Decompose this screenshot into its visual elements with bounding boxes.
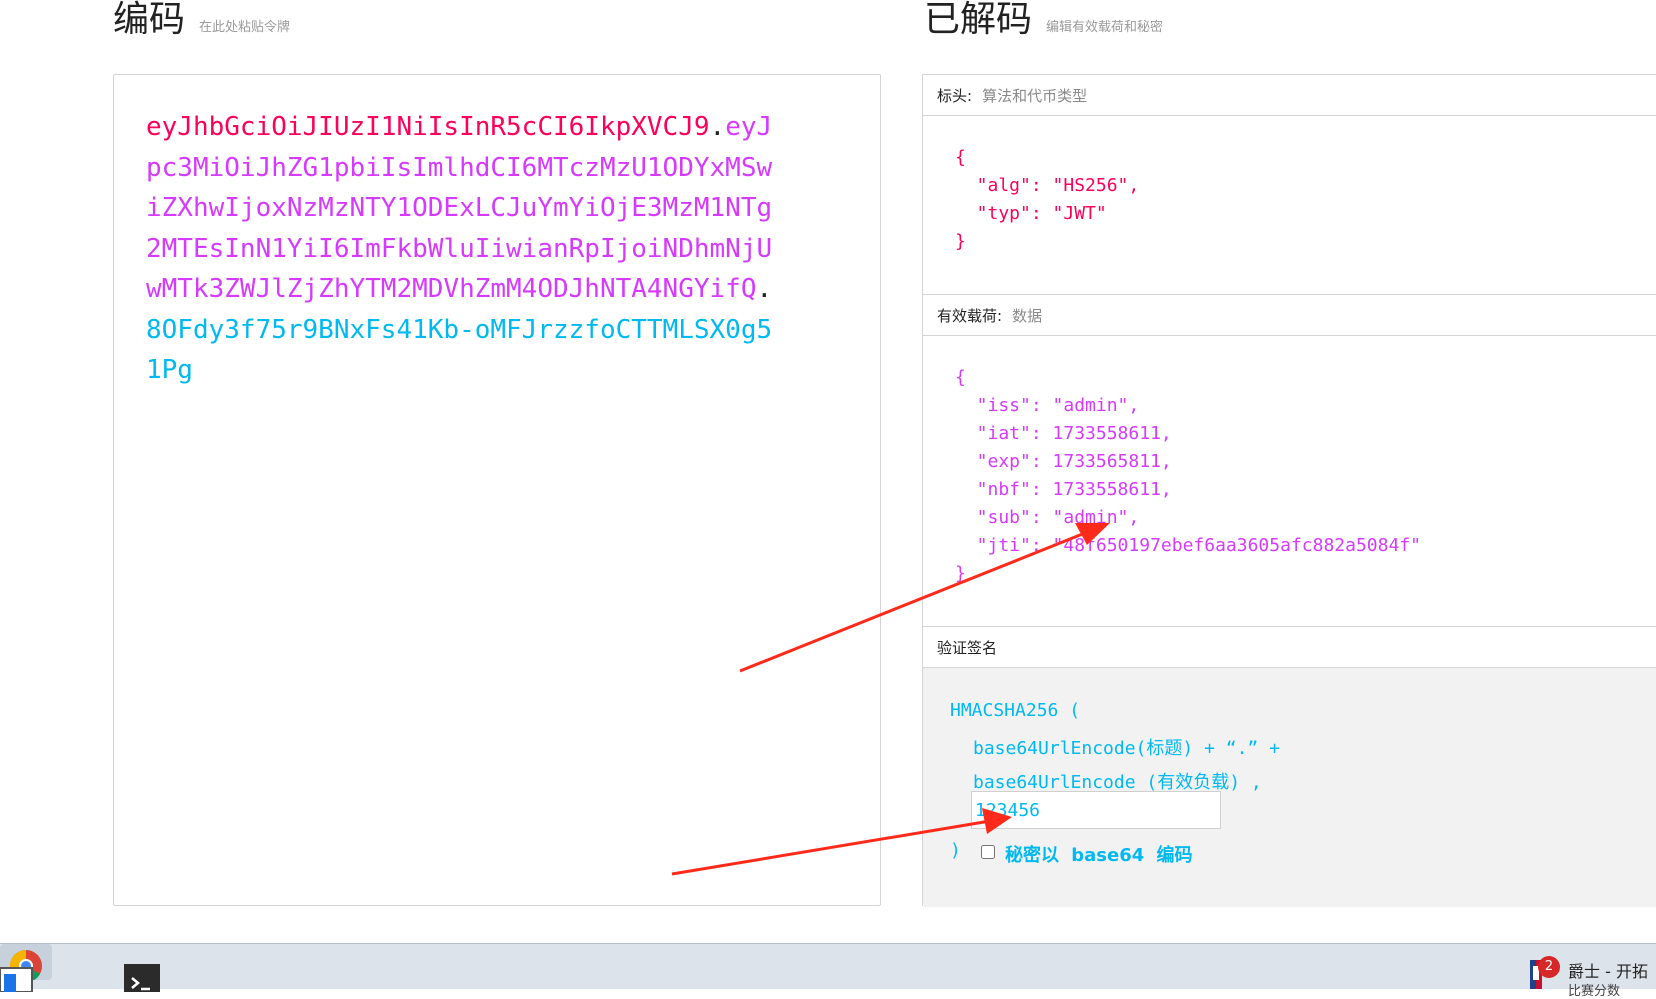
decoded-subtitle: 编辑有效载荷和秘密	[1046, 20, 1164, 35]
token-signature-part: 8OFdy3f75r9BNxFs41Kb-oMFJrzzfoCTTMLSX0g5…	[146, 314, 773, 386]
header-json-text[interactable]: { "alg": "HS256", "typ": "JWT" }	[955, 144, 1139, 256]
encoded-subtitle: 在此处粘贴令牌	[199, 20, 291, 35]
header-json-editor[interactable]: { "alg": "HS256", "typ": "JWT" }	[923, 116, 1656, 295]
payload-json-editor[interactable]: { "iss": "admin", "iat": 1733558611, "ex…	[923, 336, 1656, 627]
encoded-title: 编码	[113, 0, 186, 40]
signature-section-heading: 验证签名	[923, 627, 1656, 668]
token-header-part: eyJhbGciOiJIUzI1NiIsInR5cCI6IkpXVCJ9	[146, 112, 710, 142]
news-widget-subtitle: 比赛分数	[1568, 984, 1621, 999]
token-separator: .	[709, 112, 726, 142]
header-sublabel: 算法和代币类型	[982, 86, 1088, 105]
signature-body: HMACSHA256 ( base64UrlEncode(标题) + “.” +…	[923, 668, 1656, 907]
encoded-section-title: 编码 在此处粘贴令牌	[113, 0, 290, 40]
notification-badge: 2	[1538, 956, 1560, 978]
signature-close-paren: )	[950, 840, 961, 861]
header-label: 标头:	[937, 86, 973, 105]
secret-base64-checkbox[interactable]	[981, 845, 995, 859]
decoded-title: 已解码	[924, 0, 1033, 40]
token-separator: .	[756, 274, 773, 304]
decoded-section-title: 已解码 编辑有效载荷和秘密	[924, 0, 1163, 40]
signature-header-encode: base64UrlEncode(标题) + “.” +	[973, 738, 1280, 759]
payload-section-heading: 有效载荷: 数据	[923, 295, 1656, 336]
token-textarea[interactable]: eyJhbGciOiJIUzI1NiIsInR5cCI6IkpXVCJ9.eyJ…	[146, 107, 786, 391]
signature-label: 验证签名	[937, 638, 998, 657]
payload-label: 有效载荷:	[937, 306, 1003, 325]
encoded-token-panel[interactable]: eyJhbGciOiJIUzI1NiIsInR5cCI6IkpXVCJ9.eyJ…	[113, 74, 881, 906]
header-section-heading: 标头: 算法和代币类型	[923, 75, 1656, 116]
taskbar: 2 爵士 - 开拓 比赛分数	[0, 943, 1656, 999]
secret-input[interactable]	[971, 791, 1221, 829]
decoded-panel: 标头: 算法和代币类型 { "alg": "HS256", "typ": "JW…	[922, 74, 1656, 907]
payload-sublabel: 数据	[1012, 306, 1043, 325]
news-widget-title: 爵士 - 开拓	[1568, 962, 1648, 981]
signature-algorithm: HMACSHA256 (	[950, 700, 1081, 721]
news-widget[interactable]: 2 爵士 - 开拓 比赛分数	[1530, 956, 1656, 999]
secret-base64-label[interactable]: 秘密以 base64 编码	[1005, 841, 1193, 867]
payload-json-text[interactable]: { "iss": "admin", "iat": 1733558611, "ex…	[955, 364, 1421, 588]
